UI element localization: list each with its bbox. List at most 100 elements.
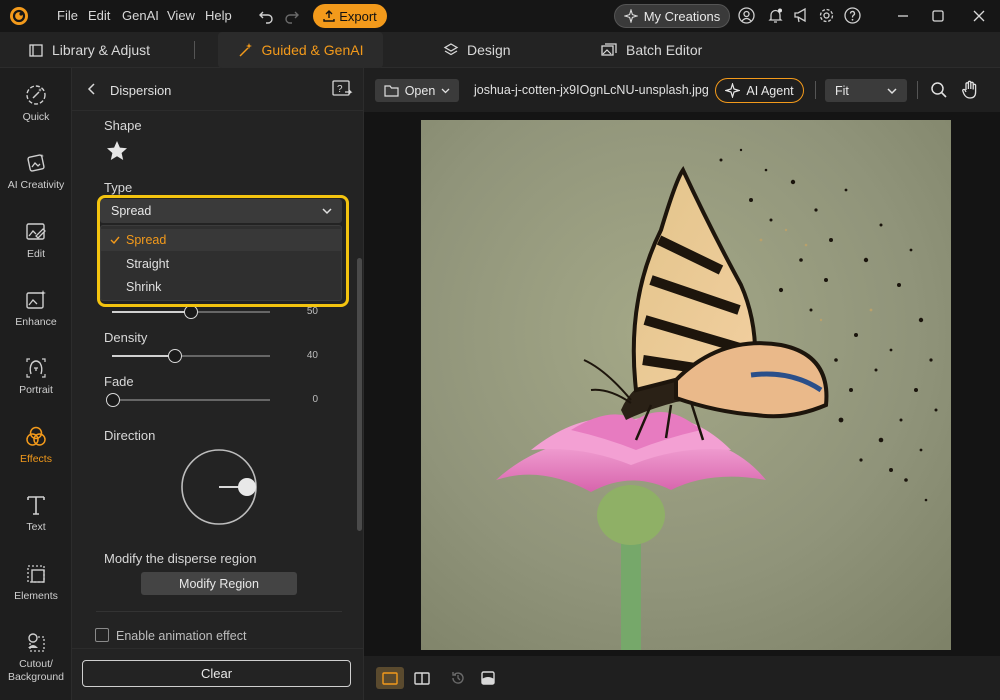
zoom-search-icon[interactable] xyxy=(930,81,948,99)
history-button[interactable] xyxy=(444,667,472,689)
split-view-icon xyxy=(414,671,430,685)
image-canvas[interactable] xyxy=(364,112,1000,656)
menu-genai[interactable]: GenAI xyxy=(122,8,159,23)
fade-label: Fade xyxy=(104,374,134,389)
single-view-icon xyxy=(382,671,398,685)
density-slider[interactable] xyxy=(112,349,270,363)
sidebar-item-effects[interactable]: Effects xyxy=(0,425,72,465)
slider-1-value: 50 xyxy=(306,306,318,317)
sidebar-item-text[interactable]: Text xyxy=(0,493,72,533)
panel-scrollbar[interactable] xyxy=(357,258,362,531)
direction-dial[interactable] xyxy=(179,447,259,527)
zoom-value: Fit xyxy=(835,83,849,98)
sidebar-item-label: Edit xyxy=(26,248,46,260)
tab-batch-editor[interactable]: Batch Editor xyxy=(601,32,702,68)
folder-icon xyxy=(384,85,399,97)
tab-design[interactable]: Design xyxy=(443,32,511,68)
edit-image-icon xyxy=(26,223,46,240)
menu-view[interactable]: View xyxy=(167,8,195,23)
slider-1[interactable] xyxy=(112,305,270,319)
file-name: joshua-j-cotten-jx9IOgnLcNU-unsplash.jpg xyxy=(474,83,709,97)
hand-pan-icon[interactable] xyxy=(961,80,980,100)
dispersion-panel: Dispersion ? Shape Type 50 Density 40 Fa… xyxy=(72,68,364,700)
account-icon[interactable] xyxy=(738,7,755,24)
sidebar-item-label: Quick xyxy=(22,111,50,123)
single-view-button[interactable] xyxy=(376,667,404,689)
star-shape-icon[interactable] xyxy=(106,140,128,162)
close-icon[interactable] xyxy=(971,8,987,24)
sidebar-item-edit[interactable]: Edit xyxy=(0,220,72,260)
my-creations-button[interactable]: My Creations xyxy=(614,4,730,28)
help-video-icon[interactable]: ? xyxy=(332,80,354,98)
history-icon xyxy=(452,672,464,684)
sidebar-item-enhance[interactable]: Enhance xyxy=(0,288,72,328)
canvas-bottom-bar xyxy=(364,656,1000,700)
library-icon xyxy=(29,44,43,57)
back-chevron-icon[interactable] xyxy=(86,82,98,96)
ai-agent-sparkle-icon xyxy=(725,83,741,98)
export-button[interactable]: Export xyxy=(313,4,387,28)
clear-button[interactable]: Clear xyxy=(82,660,351,687)
settings-gear-icon[interactable] xyxy=(818,7,835,24)
tab-label: Design xyxy=(467,42,511,58)
sidebar-item-elements[interactable]: Elements xyxy=(0,562,72,602)
sidebar-item-quick[interactable]: Quick xyxy=(0,83,72,123)
enhance-sparkle-icon xyxy=(26,290,46,309)
chevron-down-icon xyxy=(887,87,897,94)
menu-edit[interactable]: Edit xyxy=(88,8,110,23)
ai-agent-button[interactable]: AI Agent xyxy=(715,78,804,103)
sidebar-item-label: Enhance xyxy=(15,316,57,328)
slider-thumb[interactable] xyxy=(106,393,120,407)
zoom-select[interactable]: Fit xyxy=(825,79,907,102)
elements-grid-icon xyxy=(27,565,45,583)
menu-help[interactable]: Help xyxy=(205,8,232,23)
open-button[interactable]: Open xyxy=(375,79,459,102)
slider-thumb[interactable] xyxy=(168,349,182,363)
sidebar-item-label: Portrait xyxy=(19,384,53,396)
tab-label: Guided & GenAI xyxy=(261,42,364,58)
tool-sidebar: Quick AI Creativity Edit Enhance Portrai… xyxy=(0,68,72,700)
density-value: 40 xyxy=(306,350,318,361)
slider-thumb[interactable] xyxy=(184,305,198,319)
export-icon xyxy=(323,10,335,22)
toolbar-divider xyxy=(917,81,918,99)
maximize-icon[interactable] xyxy=(930,8,946,24)
direction-label: Direction xyxy=(104,428,156,443)
tab-label: Batch Editor xyxy=(626,42,703,58)
mask-preview-button[interactable] xyxy=(474,667,502,689)
tab-label: Library & Adjust xyxy=(52,42,151,58)
footer-divider xyxy=(72,648,364,649)
undo-icon[interactable] xyxy=(258,8,274,24)
fade-slider[interactable] xyxy=(106,393,270,407)
modify-region-button[interactable]: Modify Region xyxy=(141,572,297,595)
redo-icon[interactable] xyxy=(284,8,300,24)
notification-bell-icon[interactable] xyxy=(767,7,784,24)
canvas-toolbar: Open joshua-j-cotten-jx9IOgnLcNU-unsplas… xyxy=(364,68,1000,112)
animation-checkbox[interactable] xyxy=(95,628,109,642)
minimize-icon[interactable] xyxy=(895,8,911,24)
compare-view-button[interactable] xyxy=(408,667,436,689)
menu-file[interactable]: File xyxy=(57,8,78,23)
shape-label: Shape xyxy=(104,118,142,133)
sidebar-item-ai-creativity[interactable]: AI Creativity xyxy=(0,151,72,191)
type-label: Type xyxy=(104,180,133,195)
tab-guided-genai[interactable]: Guided & GenAI xyxy=(218,32,383,68)
panel-header: Dispersion ? xyxy=(72,68,364,111)
sidebar-item-cutout-background[interactable]: Cutout/ Background xyxy=(0,630,72,684)
photo-preview-image xyxy=(421,120,951,650)
slider-fill xyxy=(112,355,175,357)
text-t-icon xyxy=(27,496,45,515)
animation-label: Enable animation effect xyxy=(116,629,247,643)
section-divider xyxy=(96,611,342,612)
chevron-down-icon xyxy=(441,88,450,94)
help-icon[interactable] xyxy=(844,7,861,24)
title-bar: File Edit GenAI View Help Export My Crea… xyxy=(0,0,1000,32)
sidebar-item-portrait[interactable]: Portrait xyxy=(0,356,72,396)
sidebar-item-label: AI Creativity xyxy=(7,179,65,191)
tab-library-adjust[interactable]: Library & Adjust xyxy=(28,32,150,68)
megaphone-icon[interactable] xyxy=(793,7,810,24)
export-label: Export xyxy=(339,8,377,24)
portrait-face-icon xyxy=(26,358,46,378)
svg-text:?: ? xyxy=(337,84,343,95)
layers-icon xyxy=(443,43,459,56)
